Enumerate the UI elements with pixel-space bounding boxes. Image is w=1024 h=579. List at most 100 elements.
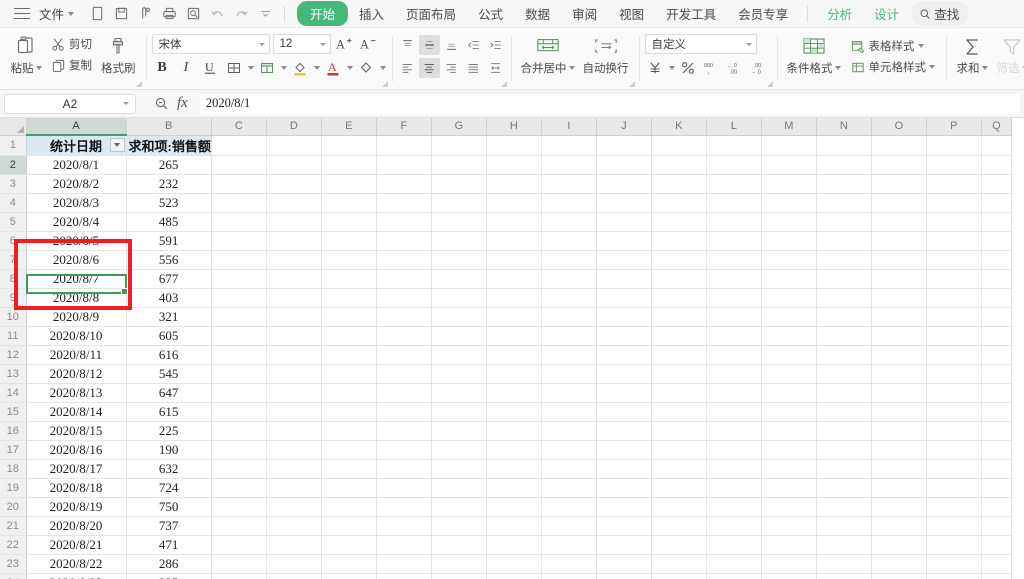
cell-P18[interactable] xyxy=(926,459,982,479)
cell-L16[interactable] xyxy=(706,421,762,441)
cell-O6[interactable] xyxy=(871,231,927,251)
cell-A19[interactable]: 2020/8/18 xyxy=(26,478,127,498)
font-size-combo[interactable]: 12 xyxy=(272,34,331,54)
cell-B18[interactable]: 632 xyxy=(126,459,212,479)
cell-B2[interactable]: 265 xyxy=(126,155,212,175)
cell-F12[interactable] xyxy=(376,345,432,365)
cell-E11[interactable] xyxy=(321,326,377,346)
cell-G10[interactable] xyxy=(431,307,487,327)
hamburger-icon[interactable] xyxy=(14,7,30,20)
cell-I23[interactable] xyxy=(541,554,597,574)
cell-O17[interactable] xyxy=(871,440,927,460)
col-header-G[interactable]: G xyxy=(431,118,487,136)
cell-F11[interactable] xyxy=(376,326,432,346)
cell-I8[interactable] xyxy=(541,269,597,289)
cell-A16[interactable]: 2020/8/15 xyxy=(26,421,127,441)
tab-review[interactable]: 审阅 xyxy=(561,1,608,26)
cell-A21[interactable]: 2020/8/20 xyxy=(26,516,127,536)
cell-P1[interactable] xyxy=(926,135,982,156)
cell-G12[interactable] xyxy=(431,345,487,365)
name-box[interactable]: A2 xyxy=(4,93,136,114)
cell-J11[interactable] xyxy=(596,326,652,346)
cell-O12[interactable] xyxy=(871,345,927,365)
cell-G14[interactable] xyxy=(431,383,487,403)
cell-G24[interactable] xyxy=(431,573,487,579)
cell-C10[interactable] xyxy=(211,307,267,327)
cell-Q14[interactable] xyxy=(981,383,1012,403)
cell-M12[interactable] xyxy=(761,345,817,365)
cell-B23[interactable]: 286 xyxy=(126,554,212,574)
cell-E6[interactable] xyxy=(321,231,377,251)
cell-B5[interactable]: 485 xyxy=(126,212,212,232)
cell-C1[interactable] xyxy=(211,135,267,156)
cell-L24[interactable] xyxy=(706,573,762,579)
cell-G11[interactable] xyxy=(431,326,487,346)
cell-P24[interactable] xyxy=(926,573,982,579)
paste-button[interactable]: 粘贴 xyxy=(6,32,46,78)
cell-N18[interactable] xyxy=(816,459,872,479)
chevron-down-icon[interactable] xyxy=(280,66,287,70)
row-header-5[interactable]: 5 xyxy=(0,212,27,232)
cell-A3[interactable]: 2020/8/2 xyxy=(26,174,127,194)
cell-C15[interactable] xyxy=(211,402,267,422)
row-header-14[interactable]: 14 xyxy=(0,383,27,403)
cell-K10[interactable] xyxy=(651,307,707,327)
cell-N3[interactable] xyxy=(816,174,872,194)
cell-H10[interactable] xyxy=(486,307,542,327)
table-style-button[interactable]: 表格样式 xyxy=(847,37,939,55)
cell-M24[interactable] xyxy=(761,573,817,579)
number-format-combo[interactable]: 自定义 xyxy=(644,34,757,54)
cell-M19[interactable] xyxy=(761,478,817,498)
col-header-J[interactable]: J xyxy=(596,118,652,136)
cell-E7[interactable] xyxy=(321,250,377,270)
cell-E20[interactable] xyxy=(321,497,377,517)
cell-D15[interactable] xyxy=(266,402,322,422)
cell-Q2[interactable] xyxy=(981,155,1012,175)
row-header-7[interactable]: 7 xyxy=(0,250,27,270)
cell-Q15[interactable] xyxy=(981,402,1012,422)
tab-developer-tools[interactable]: 开发工具 xyxy=(655,1,727,26)
cell-D6[interactable] xyxy=(266,231,322,251)
cell-P7[interactable] xyxy=(926,250,982,270)
cell-F5[interactable] xyxy=(376,212,432,232)
cell-P22[interactable] xyxy=(926,535,982,555)
cell-C11[interactable] xyxy=(211,326,267,346)
cell-L1[interactable] xyxy=(706,135,762,156)
cell-H12[interactable] xyxy=(486,345,542,365)
cell-F20[interactable] xyxy=(376,497,432,517)
row-header-4[interactable]: 4 xyxy=(0,193,27,213)
cell-M2[interactable] xyxy=(761,155,817,175)
cell-I15[interactable] xyxy=(541,402,597,422)
cell-B19[interactable]: 724 xyxy=(126,478,212,498)
cell-M15[interactable] xyxy=(761,402,817,422)
cell-P20[interactable] xyxy=(926,497,982,517)
cell-P21[interactable] xyxy=(926,516,982,536)
cell-C8[interactable] xyxy=(211,269,267,289)
cell-I7[interactable] xyxy=(541,250,597,270)
cell-F17[interactable] xyxy=(376,440,432,460)
cell-N12[interactable] xyxy=(816,345,872,365)
cell-P19[interactable] xyxy=(926,478,982,498)
cell-L13[interactable] xyxy=(706,364,762,384)
cell-K22[interactable] xyxy=(651,535,707,555)
cell-E18[interactable] xyxy=(321,459,377,479)
shrink-font-icon[interactable]: A xyxy=(358,34,379,54)
cell-E14[interactable] xyxy=(321,383,377,403)
row-header-11[interactable]: 11 xyxy=(0,326,27,346)
cell-E13[interactable] xyxy=(321,364,377,384)
distribute-icon[interactable] xyxy=(485,58,506,78)
cell-F13[interactable] xyxy=(376,364,432,384)
cell-G15[interactable] xyxy=(431,402,487,422)
cell-D5[interactable] xyxy=(266,212,322,232)
cell-H5[interactable] xyxy=(486,212,542,232)
cell-K13[interactable] xyxy=(651,364,707,384)
row-header-3[interactable]: 3 xyxy=(0,174,27,194)
cell-P11[interactable] xyxy=(926,326,982,346)
cell-F7[interactable] xyxy=(376,250,432,270)
currency-icon[interactable] xyxy=(645,58,666,78)
cell-O16[interactable] xyxy=(871,421,927,441)
cell-N11[interactable] xyxy=(816,326,872,346)
cell-L15[interactable] xyxy=(706,402,762,422)
cell-L22[interactable] xyxy=(706,535,762,555)
row-header-20[interactable]: 20 xyxy=(0,497,27,517)
